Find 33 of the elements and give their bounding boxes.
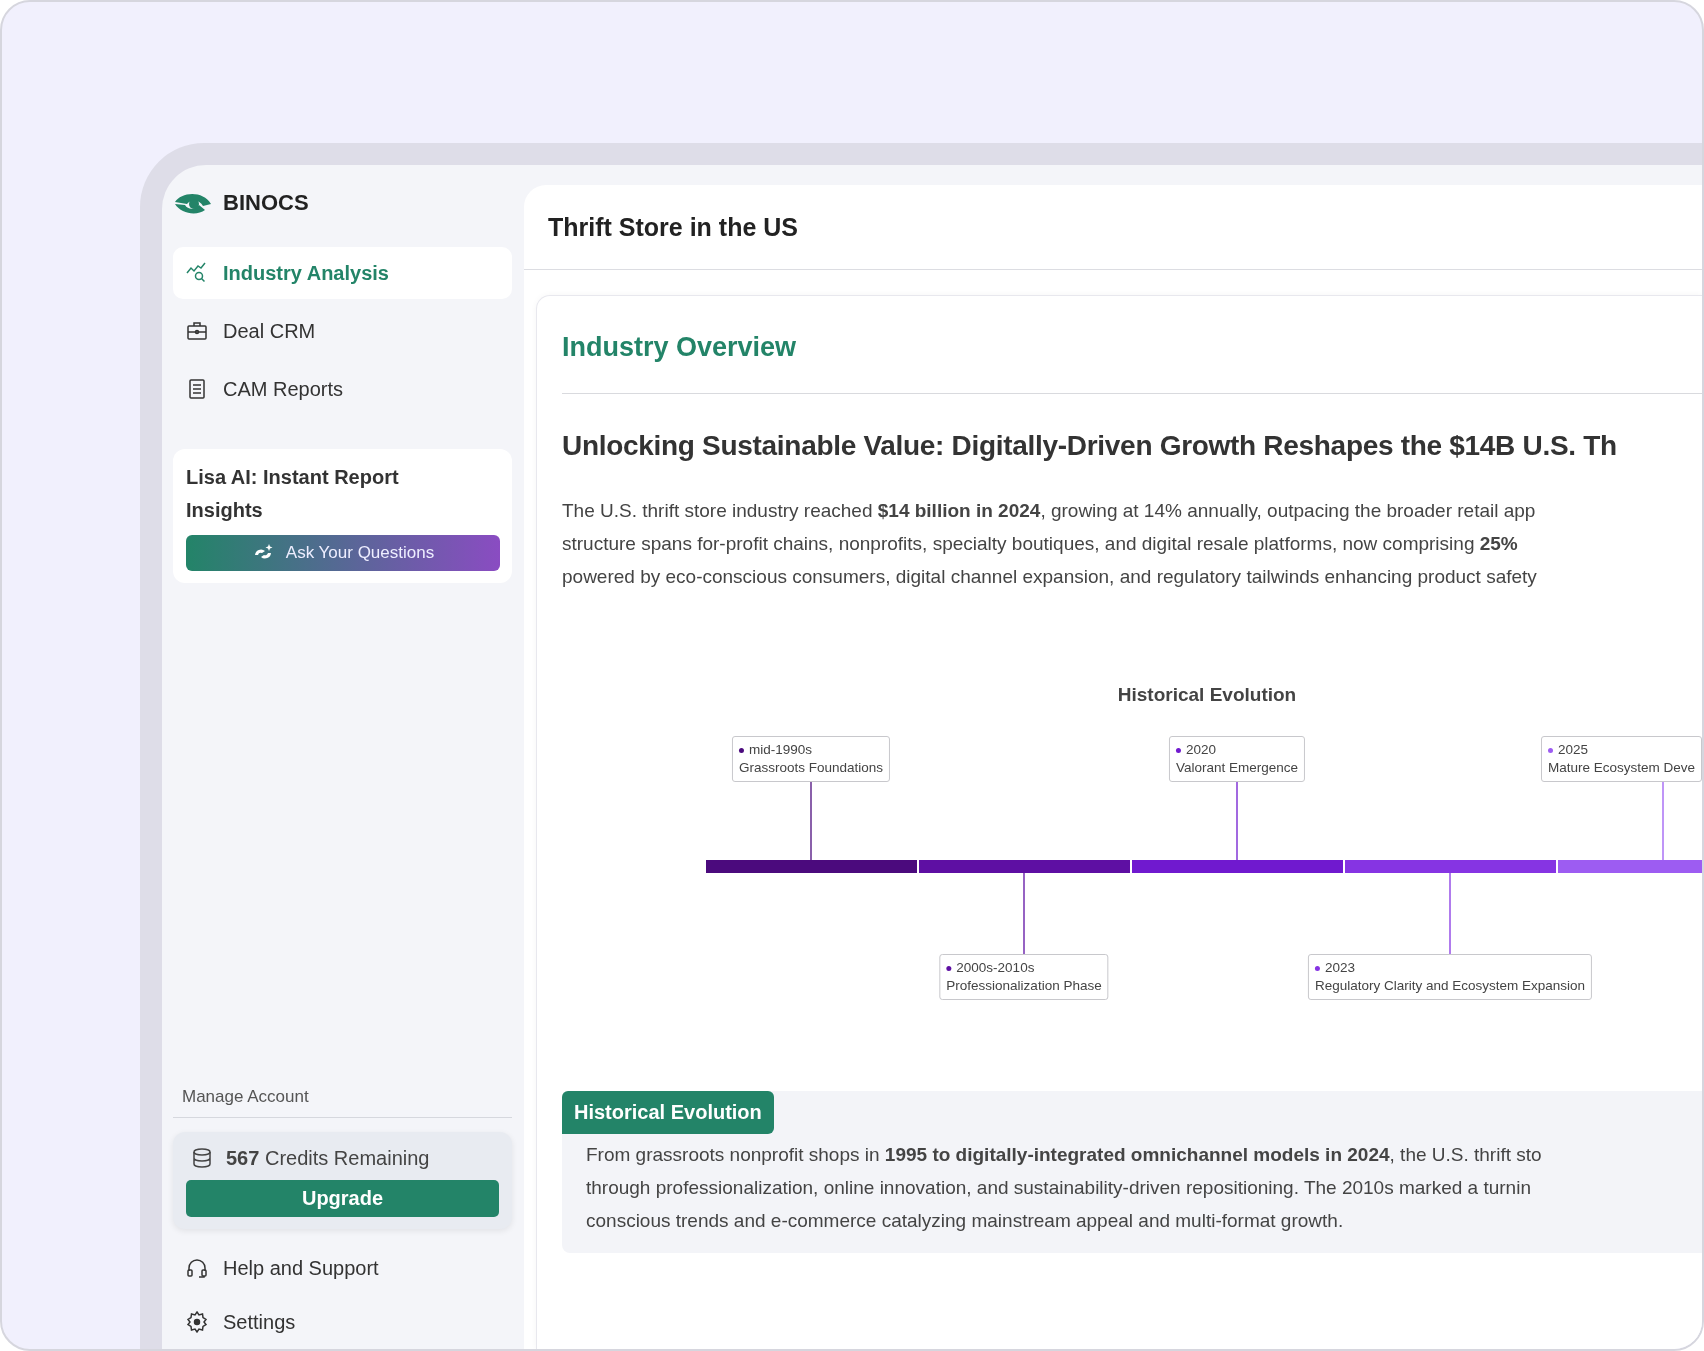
headset-icon (185, 1256, 209, 1280)
event-year: 2000s-2010s (956, 959, 1035, 977)
event-label: Mature Ecosystem Deve (1547, 759, 1695, 777)
event-year: 2020 (1185, 741, 1216, 759)
nav-item[interactable]: Help and Support (173, 1241, 512, 1295)
assistant-title: Lisa AI: Instant Report Insights (186, 465, 400, 523)
page-title: Thrift Store in the US (548, 212, 798, 242)
event-label: Professionalization Phase (946, 977, 1102, 995)
settings-icon (185, 1310, 209, 1334)
nav-item[interactable]: Industry Analysis (173, 247, 512, 299)
nav-item[interactable]: Settings (173, 1295, 512, 1349)
section-heading: Manage Account (173, 1087, 512, 1118)
briefcase-icon (185, 319, 209, 343)
timeline-title: Historical Evolution (1116, 684, 1298, 706)
nav-item[interactable]: Deal CRM (173, 305, 512, 357)
event-year: mid-1990s (748, 741, 812, 759)
chart-search-icon (185, 261, 209, 285)
credits-remaining: 567 Credits Remaining (226, 1146, 430, 1170)
event-year: 2025 (1557, 741, 1588, 759)
summary-paragraph: The U.S. thrift store industry reached $14 billion in 2024, growing at 14% annually, outpacing the broader retail app structure spans for-profit chains, nonprofits, specialty boutiques, and digital resale platforms, now comprising 25% powered by eco-conscious consumers, digital channel expansion, and regulatory tailwinds enhancing product safety (562, 499, 1538, 589)
history-paragraph: From grassroots nonprofit shops in 1995 to digitally-integrated omnichannel models in 2024, the U.S. thrift sto through professionalization, online innovation, and sustainability-driven repositioning. The 2010s marked a turnin conscious trends and e-commerce catalyzing mainstream appeal and multi-format growth. (586, 1143, 1543, 1233)
report-headline: Unlocking Sustainable Value: Digitally-Driven Growth Reshapes the $14B U.S. Th (562, 430, 1618, 462)
history-badge: Historical Evolution (562, 1091, 774, 1134)
event-label: Regulatory Clarity and Ecosystem Expansion (1314, 977, 1586, 995)
event-label: Valorant Emergence (1175, 759, 1299, 777)
event-year: 2023 (1324, 959, 1355, 977)
section-heading: Industry Overview (562, 332, 1702, 394)
upgrade-button[interactable]: Upgrade (186, 1180, 499, 1217)
ask-button[interactable]: Ask Your Questions (186, 535, 500, 571)
nav-item[interactable]: CAM Reports (173, 363, 512, 415)
database-icon (190, 1146, 214, 1170)
event-label: Grassroots Foundations (738, 759, 884, 777)
brand-name: BINOCS (223, 190, 309, 216)
